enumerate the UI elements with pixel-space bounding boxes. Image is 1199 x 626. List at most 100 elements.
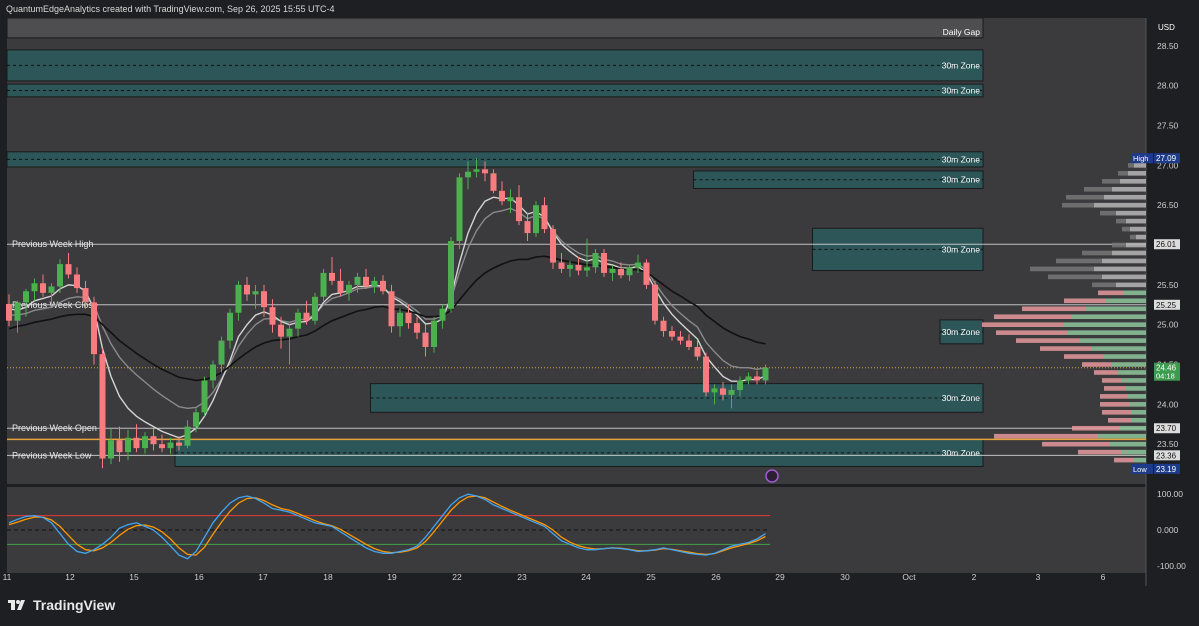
time-tick-label: 30 xyxy=(840,572,850,582)
candle-body xyxy=(193,412,199,427)
profile-bar-up xyxy=(1068,330,1146,335)
profile-bar-down xyxy=(994,314,1072,320)
profile-bar-down xyxy=(1130,234,1136,240)
profile-bar-up xyxy=(1118,370,1146,375)
time-tick-label: 29 xyxy=(775,572,785,582)
candle-body xyxy=(711,388,718,393)
level-label: Previous Week Open xyxy=(12,423,97,433)
candle-body xyxy=(227,312,233,341)
time-tick-label: 24 xyxy=(581,572,591,582)
candle-body xyxy=(40,283,46,293)
candle-body xyxy=(184,426,191,446)
zone-label: 30m Zone xyxy=(942,393,981,403)
zone-label: 30m Zone xyxy=(942,327,981,337)
level-label: Previous Week High xyxy=(12,239,93,249)
candle-body xyxy=(278,324,284,337)
profile-bar-up xyxy=(1112,362,1146,367)
price-badge-value: 23.36 xyxy=(1156,451,1177,460)
profile-bar-down xyxy=(1064,298,1106,304)
candle-body xyxy=(74,274,80,289)
profile-bar-down xyxy=(1102,410,1132,415)
oscillator-tick-label: 100.00 xyxy=(1157,489,1183,499)
profile-bar-up xyxy=(1126,386,1146,391)
candle-body xyxy=(329,272,335,281)
candle-body xyxy=(754,376,760,381)
profile-bar-up xyxy=(1072,314,1146,320)
profile-bar-down xyxy=(994,433,1098,439)
profile-bar-down xyxy=(1082,362,1112,367)
candle-body xyxy=(235,284,242,313)
profile-bar-down xyxy=(1128,163,1134,168)
candle-body xyxy=(669,331,675,337)
candle-body xyxy=(65,264,72,275)
time-tick-label: 22 xyxy=(452,572,462,582)
candle-body xyxy=(609,268,616,273)
candle-body xyxy=(575,264,582,271)
profile-bar-down xyxy=(1118,171,1128,176)
profile-bar-up xyxy=(1104,354,1146,359)
candle-body xyxy=(167,442,174,449)
profile-bar-up xyxy=(1132,410,1146,415)
profile-bar-down xyxy=(1066,194,1104,200)
profile-bar-down xyxy=(1030,266,1094,272)
zone-box xyxy=(6,18,984,39)
profile-bar-up xyxy=(1124,290,1146,296)
candle-body xyxy=(405,312,412,324)
level-label: Previous Week Low xyxy=(12,450,92,460)
candle-body xyxy=(584,267,590,271)
candle-body xyxy=(320,272,327,297)
zone-label: 30m Zone xyxy=(942,448,981,458)
profile-bar-up xyxy=(1134,457,1146,463)
candle-body xyxy=(99,354,106,459)
profile-bar-down xyxy=(1098,290,1124,296)
time-tick-label: 6 xyxy=(1101,572,1106,582)
badge-tag-label: Low xyxy=(1133,465,1147,474)
profile-bar-down xyxy=(1016,338,1080,343)
candle-body xyxy=(286,328,293,337)
time-tick-label: 23 xyxy=(517,572,527,582)
candle-body xyxy=(337,280,344,293)
profile-bar-up xyxy=(1086,306,1146,312)
candle-body xyxy=(116,440,123,453)
time-tick-label: 2 xyxy=(972,572,977,582)
candle-body xyxy=(346,284,352,293)
candle-body xyxy=(626,267,633,276)
zone-label: 30m Zone xyxy=(942,154,981,164)
badge-tag-label: High xyxy=(1133,154,1148,163)
candle-body xyxy=(269,307,276,325)
time-tick-label: 3 xyxy=(1036,572,1041,582)
chart-area[interactable]: Moderna, Inc. · 1h · NASDAQ O24.15 H24.5… xyxy=(0,18,1199,586)
candle-body xyxy=(677,336,684,341)
price-badge-countdown: 04:18 xyxy=(1156,372,1175,381)
event-marker-icon xyxy=(765,469,779,483)
profile-bar-up xyxy=(1120,425,1146,431)
candle-body xyxy=(516,197,522,222)
candle-body xyxy=(728,390,735,395)
time-tick-label: 15 xyxy=(129,572,139,582)
profile-bar-down xyxy=(1112,242,1126,248)
profile-bar-down xyxy=(1072,425,1120,431)
candle-body xyxy=(643,262,650,285)
candle-body xyxy=(720,388,726,395)
profile-bar-down xyxy=(996,330,1068,335)
candle-body xyxy=(422,332,429,347)
price-tick-label: 25.00 xyxy=(1157,320,1179,330)
candle-body xyxy=(431,320,437,347)
time-tick-label: 16 xyxy=(194,572,204,582)
profile-bar-down xyxy=(1082,250,1112,256)
candle-body xyxy=(82,288,89,303)
price-badge-value: 27.09 xyxy=(1156,154,1177,163)
candle-body xyxy=(439,308,446,321)
candle-body xyxy=(745,376,752,381)
profile-bar-up xyxy=(1116,210,1146,216)
profile-bar-up xyxy=(1102,258,1146,264)
profile-bar-up xyxy=(1106,298,1146,304)
candle-body xyxy=(482,169,488,174)
oscillator-tick-label: 0.000 xyxy=(1157,525,1179,535)
profile-bar-down xyxy=(1056,258,1102,264)
candle-body xyxy=(14,302,21,321)
profile-bar-up xyxy=(1104,194,1146,200)
profile-bar-up xyxy=(1120,178,1146,184)
tradingview-brand[interactable]: TradingView xyxy=(8,597,115,613)
time-tick-label: 25 xyxy=(646,572,656,582)
